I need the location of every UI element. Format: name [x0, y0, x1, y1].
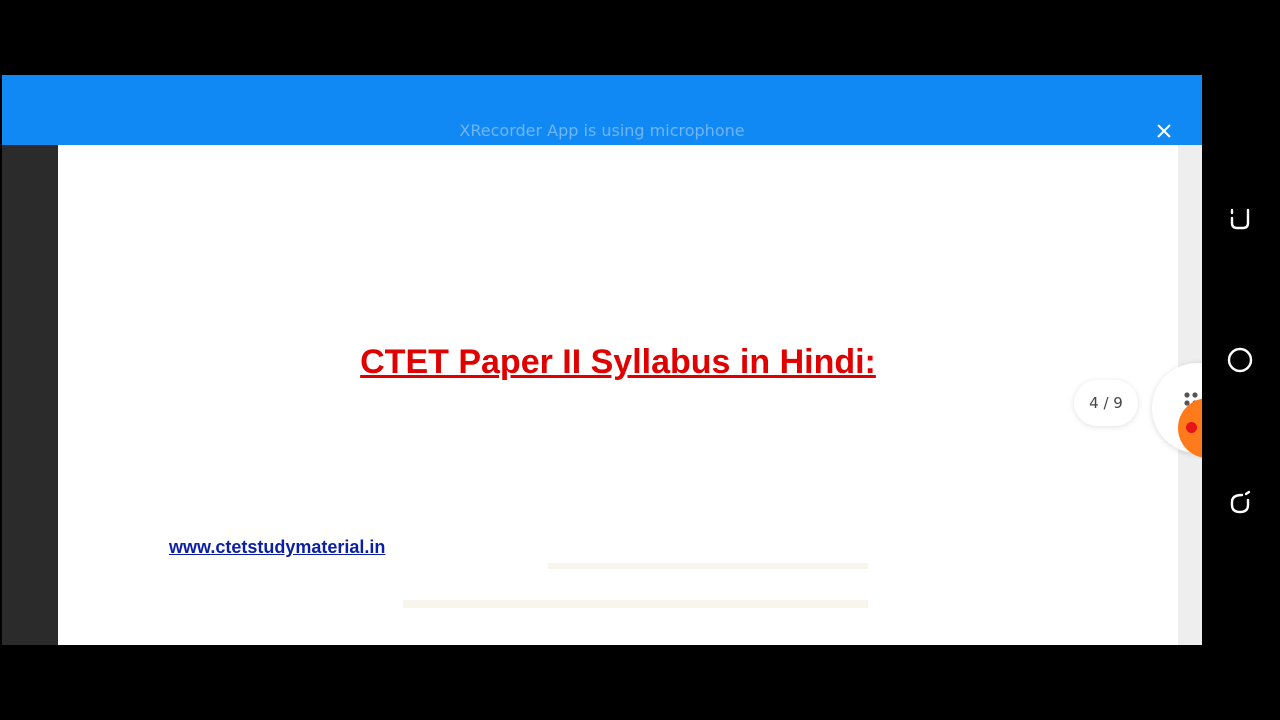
- banner-message: XRecorder App is using microphone: [459, 121, 745, 140]
- document-title: CTET Paper II Syllabus in Hindi:: [360, 343, 876, 381]
- microphone-notification-banner[interactable]: XRecorder App is using microphone: [2, 75, 1202, 145]
- close-icon[interactable]: [1154, 121, 1174, 141]
- faint-text-line: [548, 563, 868, 569]
- website-link[interactable]: www.ctetstudymaterial.in: [169, 537, 385, 558]
- back-icon[interactable]: [1224, 202, 1256, 234]
- page-indicator: 4 / 9: [1074, 380, 1138, 426]
- recents-icon[interactable]: [1224, 486, 1256, 518]
- record-dot-icon: [1186, 422, 1197, 433]
- faint-text-line: [403, 600, 868, 608]
- device-screen: XRecorder App is using microphone CTET P…: [2, 75, 1202, 645]
- page-count-label: 4 / 9: [1089, 394, 1123, 412]
- document-page[interactable]: CTET Paper II Syllabus in Hindi: www.cte…: [58, 145, 1178, 645]
- home-icon[interactable]: [1224, 344, 1256, 376]
